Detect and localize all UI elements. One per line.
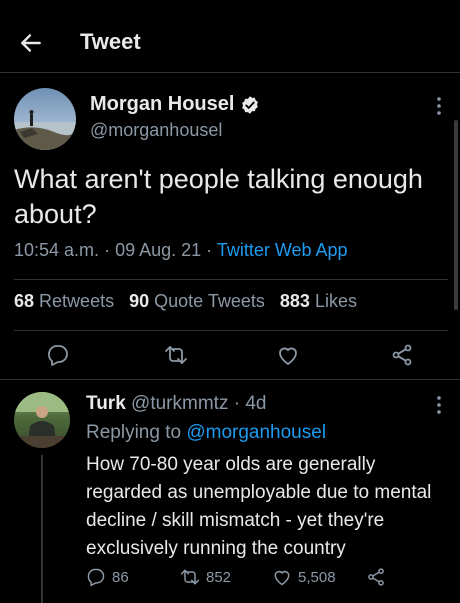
divider — [14, 330, 448, 331]
reply-author-name[interactable]: Turk — [86, 393, 126, 414]
tweet-date[interactable]: 09 Aug. 21 — [115, 240, 201, 260]
tweet-time[interactable]: 10:54 a.m. — [14, 240, 99, 260]
reply-age[interactable]: 4d — [245, 393, 266, 414]
author-name[interactable]: Morgan Housel — [90, 93, 234, 116]
reply-reply-button[interactable]: 86 — [86, 567, 129, 587]
like-icon — [274, 570, 290, 586]
author-name-row: Morgan Housel — [90, 93, 260, 116]
back-arrow-icon[interactable] — [18, 30, 44, 56]
reply-author-avatar[interactable] — [14, 392, 70, 448]
likes-stat[interactable]: 883 Likes — [280, 291, 357, 311]
thread-line — [41, 455, 43, 603]
tweet-source[interactable]: Twitter Web App — [217, 240, 348, 260]
scrollbar[interactable] — [454, 120, 458, 310]
verified-badge-icon — [242, 95, 259, 114]
retweet-icon — [180, 569, 200, 585]
divider — [14, 279, 448, 280]
retweet-icon[interactable] — [164, 343, 188, 367]
more-icon[interactable] — [436, 395, 442, 415]
share-icon[interactable] — [390, 343, 414, 367]
replying-to: Replying to @morganhousel — [86, 422, 327, 443]
retweets-stat[interactable]: 68 Retweets — [14, 291, 114, 311]
like-count: 5,508 — [298, 568, 336, 586]
retweet-count: 852 — [206, 568, 232, 586]
reply-author-handle[interactable]: @turkmmtz — [131, 393, 228, 414]
divider — [0, 379, 460, 380]
author-avatar[interactable] — [14, 88, 76, 150]
share-icon — [368, 568, 384, 586]
reply-like-button[interactable]: 5,508 — [272, 567, 336, 587]
replying-to-handle[interactable]: @morganhousel — [186, 422, 326, 443]
reply-icon — [87, 568, 105, 587]
tweet-text: What aren't people talking enough about? — [14, 164, 423, 229]
tweet-meta: 10:54 a.m. · 09 Aug. 21 · Twitter Web Ap… — [14, 240, 348, 260]
reply-retweet-button[interactable]: 852 — [180, 567, 231, 587]
like-icon[interactable] — [276, 343, 300, 367]
reply-count: 86 — [112, 568, 129, 586]
quote-tweets-stat[interactable]: 90 Quote Tweets — [129, 291, 265, 311]
reply-icon[interactable] — [46, 343, 70, 367]
page-title: Tweet — [80, 29, 141, 54]
author-handle[interactable]: @morganhousel — [90, 120, 222, 141]
reply-text: How 70-80 year olds are generally regard… — [86, 454, 432, 559]
reply-header: Turk @turkmmtz · 4d — [86, 393, 267, 414]
more-icon[interactable] — [436, 96, 442, 116]
reply-share-button[interactable] — [366, 567, 386, 587]
top-bar: Tweet — [0, 0, 460, 73]
tweet-stats: 68 Retweets 90 Quote Tweets 883 Likes — [14, 291, 357, 312]
